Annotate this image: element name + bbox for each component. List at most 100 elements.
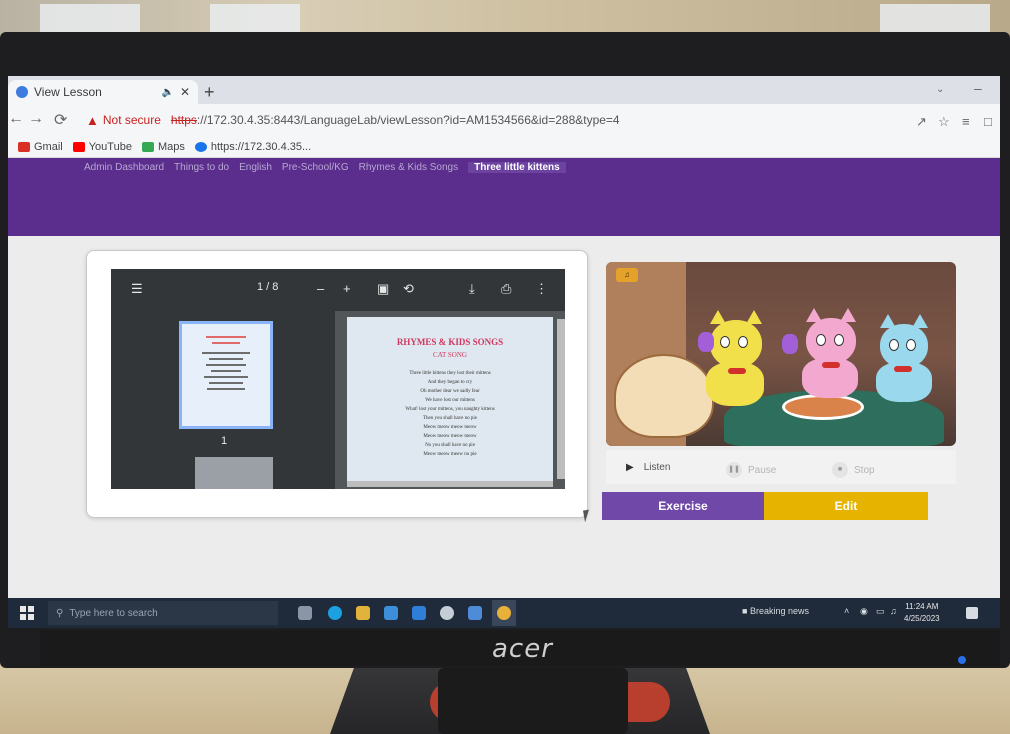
pdf-viewer-card: ☰ 1 / 8 – + ▣ ⟲ ⤓ ⎙ ⋮ 1 RHYMES & KIDS SO… [86,250,588,518]
start-tile [28,614,34,620]
forward-arrow-icon[interactable]: → [28,110,44,128]
zoom-out-icon[interactable]: – [317,281,324,296]
breadcrumb-item[interactable]: Things to do [174,162,229,173]
exercise-button[interactable]: Exercise [602,492,764,520]
close-icon[interactable]: ✕ [180,85,190,99]
thumbnail-page-number: 1 [221,435,228,447]
page-thumbnail[interactable] [195,457,273,489]
bookmark-server[interactable]: https://172.30.4.35... [194,140,312,153]
listen-label: Listen [643,462,671,473]
listen-button[interactable]: ▶ Listen [626,462,670,473]
doc-line: Three little kittens they lost their mit… [409,371,491,376]
chrome-icon[interactable] [497,606,511,620]
browser-tab[interactable]: View Lesson 🔈 ✕ [8,80,198,104]
bookmark-label: Gmail [34,140,63,153]
breadcrumb-item[interactable]: Pre-School/KG [282,162,349,173]
network-icon[interactable]: ◉ [860,606,868,617]
menu-icon[interactable]: ☰ [131,281,143,297]
windows-taskbar: ⚲ Type here to search ■ Breaking news ˄ … [8,598,1000,628]
back-arrow-icon[interactable]: ← [8,110,24,128]
star-icon[interactable]: ☆ [938,114,950,130]
video-scene-ball [614,354,714,438]
globe-icon [194,141,207,152]
horizontal-scrollbar[interactable] [347,481,553,487]
kitten-eye [834,334,844,346]
reading-list-icon[interactable]: ≡ [962,114,970,129]
more-vert-icon[interactable]: ⋮ [535,281,548,297]
bookmark-youtube[interactable]: YouTube [72,141,132,153]
settings-gear-icon[interactable] [440,606,454,620]
vertical-scrollbar[interactable] [557,319,565,479]
file-explorer-icon[interactable] [356,606,370,620]
doc-line: Then you shall have no pie [422,416,477,421]
thumb-line [205,336,247,338]
task-view-icon[interactable] [298,606,312,620]
bookmark-gmail[interactable]: Gmail [18,141,63,153]
thumbnail-pane: 1 [111,311,335,489]
kitten-bow [894,366,912,372]
doc-title: RHYMES & KIDS SONGS [396,337,504,347]
battery-icon[interactable]: ▭ [876,606,885,617]
doc-line: Oh mother dear we sadly fear [420,389,480,394]
yellow-kitten-head [710,320,762,368]
pdf-toolbar: ☰ 1 / 8 – + ▣ ⟲ ⤓ ⎙ ⋮ [111,269,565,311]
thumb-line [209,382,243,384]
lesson-page: Admin Dashboard Things to do English Pre… [8,158,1000,598]
doc-line: What! lost your mittens, you naughty kit… [405,407,495,412]
reload-icon[interactable]: ⟳ [54,110,67,130]
warning-icon: ▲ [86,112,99,128]
doc-line: We have lost our mittens [425,398,475,403]
kitten-ear [840,308,856,322]
bookmark-label: https://172.30.4.35... [210,140,312,153]
thumb-line [212,342,240,344]
windows-start-icon[interactable] [20,606,34,620]
tray-chevron-icon[interactable]: ˄ [844,606,849,616]
stop-button[interactable]: ■ Stop [832,462,875,478]
page-thumbnail[interactable] [179,321,273,429]
sidebar-icon[interactable]: □ [984,114,992,129]
doc-subtitle: CAT SONG [433,351,467,359]
zoom-in-icon[interactable]: + [343,281,351,296]
clock-time: 11:24 AM [905,602,939,611]
download-icon[interactable]: ⤓ [469,281,475,297]
app-icon[interactable] [468,606,482,620]
share-icon[interactable]: ↗ [916,114,927,130]
tab-title: View Lesson [34,85,102,99]
fit-page-icon[interactable]: ▣ [377,281,389,297]
search-placeholder: Type here to search [69,607,158,619]
chevron-down-icon[interactable]: ⌄ [936,84,944,95]
bookmark-maps[interactable]: Maps [141,141,185,153]
volume-icon[interactable]: ♫ [890,606,897,616]
kitten-ear [806,308,822,322]
edit-button[interactable]: Edit [764,492,928,520]
news-widget[interactable]: ■ Breaking news [742,606,809,616]
breadcrumb-item[interactable]: Admin Dashboard [84,162,164,173]
search-icon: ⚲ [56,607,64,619]
minimize-icon[interactable]: – [974,80,982,96]
url-text: https://172.30.4.35:8443/LanguageLab/vie… [171,113,620,127]
kitten-bow [822,362,840,368]
video-player[interactable]: ♫ [606,262,956,446]
stand-neck [438,668,628,734]
mail-icon[interactable] [412,606,426,620]
start-tile [20,614,26,620]
system-clock[interactable]: 11:24 AM 4/25/2023 [904,601,940,625]
bookmarks-bar: Gmail YouTube Maps https://172.30.4.35..… [8,136,1000,158]
notification-icon[interactable] [966,607,978,619]
breadcrumb-item[interactable]: English [239,162,272,173]
page-indicator[interactable]: 1 / 8 [257,281,278,293]
edge-icon[interactable] [328,606,342,620]
store-icon[interactable] [384,606,398,620]
breadcrumb-item[interactable]: Rhymes & Kids Songs [359,162,459,173]
print-icon[interactable]: ⎙ [501,281,511,297]
taskbar-search-input[interactable]: ⚲ Type here to search [48,601,278,625]
kitten-mitten [698,332,714,352]
pause-button[interactable]: ❚❚ Pause [726,462,776,478]
monitor-brand-logo: acer [492,634,553,664]
new-tab-button[interactable]: + [204,82,215,103]
thumb-line [205,364,247,366]
rotate-icon[interactable]: ⟲ [403,281,414,297]
speaker-icon: 🔈 [161,86,174,98]
address-bar[interactable]: ▲ Not secure https://172.30.4.35:8443/La… [86,109,806,131]
youtube-icon [72,141,85,152]
